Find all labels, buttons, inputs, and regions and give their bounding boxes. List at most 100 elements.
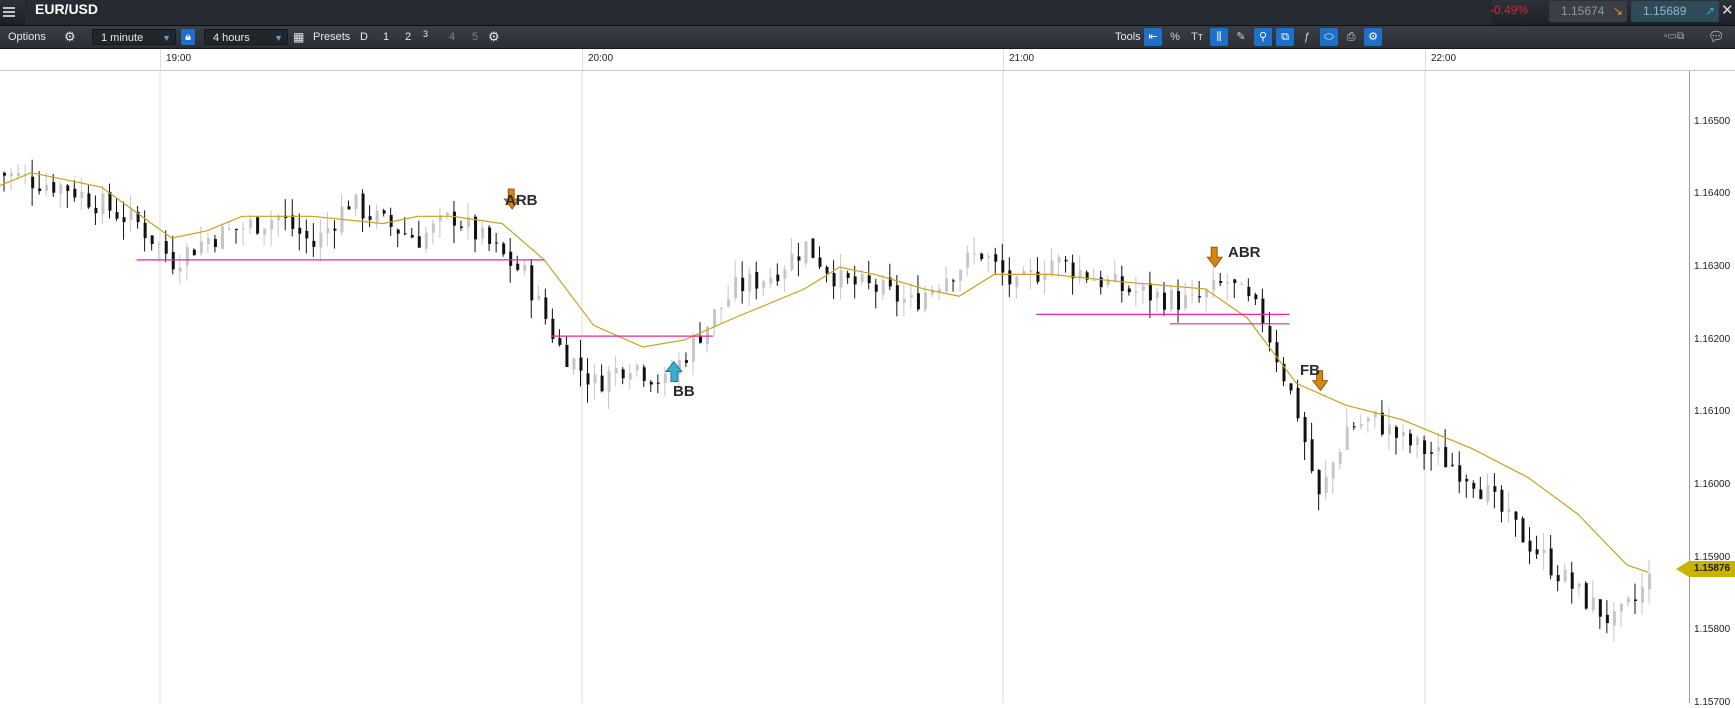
candle-body: [509, 251, 513, 266]
gear-icon[interactable]: ⚙: [64, 29, 76, 45]
hamburger-menu-icon[interactable]: [3, 7, 15, 17]
price-chart[interactable]: [0, 71, 1735, 703]
candle-body: [1071, 262, 1075, 279]
candle-body: [1226, 281, 1230, 284]
candle-body: [980, 253, 984, 260]
calendar-icon[interactable]: ▦: [293, 29, 304, 45]
candle-body: [938, 289, 942, 292]
settings-icon[interactable]: ⚙: [1364, 28, 1382, 46]
candle-body: [853, 276, 857, 285]
annotation-abr: ABR: [1228, 244, 1261, 261]
candle-body: [825, 266, 829, 274]
ask-quote-button[interactable]: 1.15689 ↗: [1631, 1, 1719, 22]
candle-body: [741, 277, 745, 292]
candle-body: [452, 211, 456, 226]
candle-body: [565, 344, 569, 368]
candle-body: [1120, 276, 1124, 291]
chat-icon[interactable]: 💬︎: [1708, 29, 1725, 45]
candle-body: [579, 357, 583, 371]
candle-body: [249, 219, 253, 228]
candle-body: [10, 173, 14, 177]
interval-select[interactable]: 1 minute ▼: [92, 29, 176, 45]
symbol-label: EUR/USD: [35, 1, 99, 17]
candle-body: [586, 373, 590, 385]
candle-body: [1416, 437, 1420, 445]
price-axis-border: [1689, 71, 1690, 703]
candle-body: [1648, 573, 1652, 590]
candle-body: [734, 277, 738, 298]
draw-icon[interactable]: ✎: [1232, 28, 1250, 46]
candle-body: [1479, 489, 1483, 499]
candle-body: [1317, 470, 1321, 495]
indicator-icon[interactable]: ƒ: [1298, 28, 1316, 46]
crosshair-back-icon[interactable]: ⇤: [1144, 28, 1162, 46]
time-tick: [582, 49, 583, 70]
bid-quote-button[interactable]: 1.15674 ↘: [1549, 1, 1627, 22]
candle-body: [1050, 260, 1054, 276]
candle-body: [1345, 426, 1349, 450]
time-tick: [160, 49, 161, 70]
preset-4-button[interactable]: 4: [449, 29, 455, 45]
preset-1-button[interactable]: 1: [383, 29, 389, 45]
candle-body: [537, 295, 541, 300]
layers-icon[interactable]: ⧉: [1276, 28, 1294, 46]
candle-body: [987, 256, 991, 259]
candle-body: [1528, 540, 1532, 552]
candle-body: [445, 212, 449, 216]
candle-body: [973, 253, 977, 255]
candle-body: [846, 273, 850, 278]
time-axis: 19:00 20:00 21:00 22:00: [0, 49, 1735, 71]
candle-body: [1591, 597, 1595, 611]
candle-body: [762, 281, 766, 288]
preset-3-button[interactable]: 3: [423, 26, 428, 42]
candle-body: [52, 182, 56, 193]
moving-average-line: [0, 172, 1649, 573]
change-percent: -0.49%: [1490, 3, 1529, 17]
preset-2-button[interactable]: 2: [405, 29, 411, 45]
candle-body: [1008, 270, 1012, 285]
candle-body: [1584, 583, 1588, 609]
candle-body: [811, 238, 815, 258]
candle-body: [1057, 256, 1061, 263]
candle-body: [410, 234, 414, 238]
candle-body: [1387, 424, 1391, 435]
candle-body: [1402, 432, 1405, 436]
price-label: 1.16200: [1694, 333, 1731, 345]
candle-icon[interactable]: ⚲: [1254, 28, 1272, 46]
print-icon[interactable]: ⎙: [1342, 28, 1360, 46]
lock-icon[interactable]: 🔒︎: [181, 29, 195, 45]
candle-body: [1162, 292, 1166, 310]
candle-body: [1310, 439, 1314, 472]
candle-body: [1556, 574, 1560, 582]
candle-body: [860, 274, 864, 283]
close-icon[interactable]: ✕: [1721, 1, 1734, 19]
symbol-box: [25, 0, 1492, 25]
text-icon[interactable]: Tт: [1188, 28, 1206, 46]
candle-body: [895, 285, 899, 302]
bid-price: 1.15674: [1561, 4, 1605, 18]
candle-body: [1113, 274, 1117, 282]
candle-body: [1170, 289, 1174, 310]
candle-body: [614, 367, 618, 374]
candle-body: [1619, 603, 1623, 612]
grid-lines-icon[interactable]: ⫼: [1210, 28, 1228, 46]
candle-body: [73, 188, 77, 198]
preset-5-button[interactable]: 5: [472, 29, 478, 45]
candle-body: [326, 227, 330, 234]
candle-body: [1212, 279, 1216, 291]
candle-body: [727, 299, 731, 307]
candle-body: [544, 297, 548, 319]
candle-body: [481, 227, 485, 239]
range-select[interactable]: 4 hours ▼: [204, 29, 288, 45]
tag-icon[interactable]: ⬭: [1320, 28, 1338, 46]
options-button[interactable]: Options: [8, 29, 46, 45]
candle-body: [959, 270, 963, 281]
candle-body: [171, 252, 175, 270]
candle-body: [45, 184, 49, 191]
candle-body: [403, 233, 407, 235]
window-layout-icon[interactable]: ▫▭⧉: [1664, 29, 1684, 45]
candle-body: [319, 232, 323, 248]
preset-d-button[interactable]: D: [360, 29, 368, 45]
percent-icon[interactable]: %: [1166, 28, 1184, 46]
preset-settings-icon[interactable]: ⚙: [488, 29, 500, 45]
